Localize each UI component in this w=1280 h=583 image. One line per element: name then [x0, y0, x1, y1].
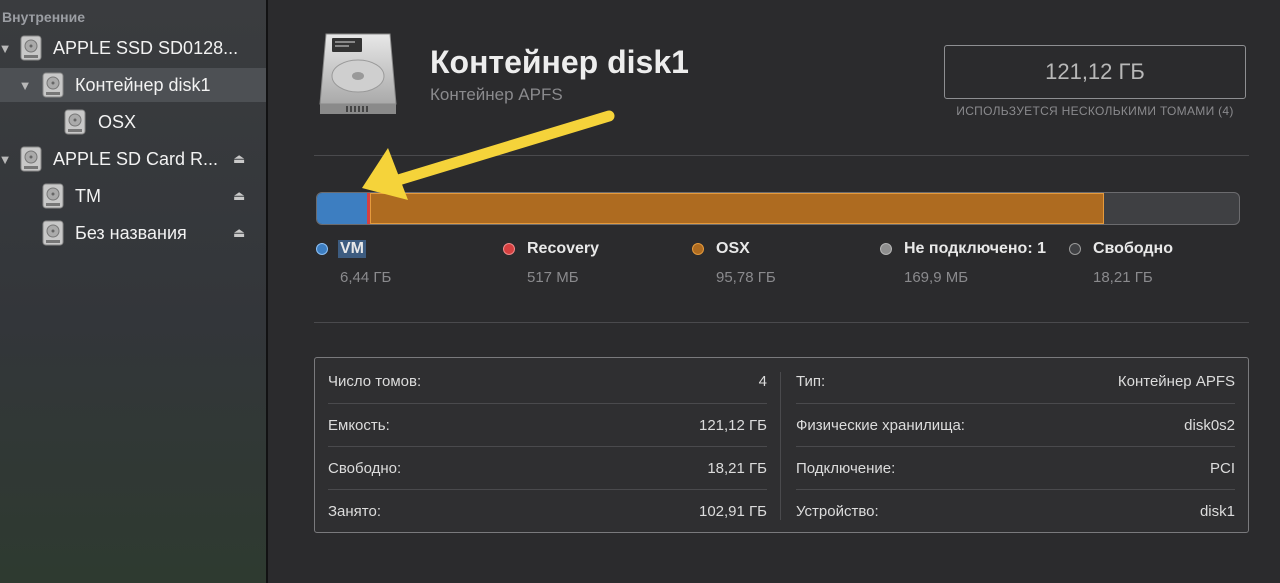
drive-icon — [42, 183, 64, 209]
eject-icon[interactable]: ⏏ — [233, 225, 245, 241]
disclosure-triangle-icon[interactable]: ▼ — [18, 78, 32, 93]
info-row: Тип: Контейнер APFS — [796, 360, 1235, 403]
info-key: Емкость: — [328, 417, 390, 434]
capacity-note: ИСПОЛЬЗУЕТСЯ НЕСКОЛЬКИМИ ТОМАМИ (4) — [956, 104, 1234, 118]
legend-size: 18,21 ГБ — [1093, 269, 1153, 286]
sidebar-item-osx[interactable]: OSX — [0, 105, 266, 139]
info-key: Подключение: — [796, 460, 896, 477]
drive-icon — [20, 35, 42, 61]
hard-drive-icon — [319, 33, 397, 114]
info-table: Число томов: 4 Емкость: 121,12 ГБ Свобод… — [314, 357, 1249, 533]
divider — [314, 155, 1249, 156]
legend-dot — [503, 243, 515, 255]
drive-icon — [42, 72, 64, 98]
divider — [314, 322, 1249, 323]
info-row: Число томов: 4 — [328, 360, 767, 403]
sidebar-item-label: APPLE SSD SD0128... — [53, 37, 239, 58]
info-key: Тип: — [796, 373, 826, 390]
usage-segment-osx — [370, 193, 1104, 224]
sidebar-item-apple-sd-card[interactable]: ▼ APPLE SD Card R... ⏏ — [0, 142, 266, 176]
legend-name: Свободно — [1093, 240, 1173, 257]
info-row: Емкость: 121,12 ГБ — [328, 404, 767, 447]
page-subtitle: Контейнер APFS — [430, 85, 563, 104]
sidebar-item-label: APPLE SD Card R... — [53, 148, 219, 169]
sidebar-section-internal: Внутренние — [2, 9, 86, 25]
disclosure-triangle-icon[interactable]: ▼ — [0, 152, 12, 167]
sidebar-item-untitled[interactable]: Без названия ⏏ — [0, 216, 266, 250]
sidebar-item-label: Без названия — [75, 222, 187, 243]
info-value: 4 — [758, 373, 767, 390]
usage-segment-vm — [317, 193, 368, 224]
legend-size: 169,9 МБ — [904, 269, 969, 286]
capacity-box: 121,12 ГБ — [944, 45, 1246, 99]
info-key: Число томов: — [328, 373, 422, 390]
info-key: Физические хранилища: — [796, 417, 965, 434]
legend-dot — [1069, 243, 1081, 255]
sidebar-item-label: OSX — [98, 111, 137, 132]
legend-name: Не подключено: 1 — [904, 240, 1046, 257]
info-value: 121,12 ГБ — [698, 417, 767, 434]
legend-size: 6,44 ГБ — [340, 269, 392, 286]
info-value: disk1 — [1199, 503, 1235, 520]
eject-icon[interactable]: ⏏ — [233, 188, 245, 204]
sidebar-item-apple-ssd[interactable]: ▼ APPLE SSD SD0128... — [0, 31, 266, 65]
info-key: Занято: — [328, 503, 382, 520]
info-key: Устройство: — [796, 503, 879, 520]
usage-bar — [316, 192, 1240, 225]
info-row: Устройство: disk1 — [796, 490, 1235, 533]
legend-name: VM — [338, 240, 366, 258]
eject-icon[interactable]: ⏏ — [233, 151, 245, 167]
info-row: Свободно: 18,21 ГБ — [328, 447, 767, 490]
info-key: Свободно: — [328, 460, 402, 477]
sidebar: Внутренние ▼ APPLE SSD SD0128... ▼ Конте… — [0, 0, 266, 583]
legend-name: Recovery — [527, 240, 600, 257]
info-row: Физические хранилища: disk0s2 — [796, 404, 1235, 447]
drive-icon — [64, 109, 86, 135]
legend-dot — [880, 243, 892, 255]
sidebar-item-label: Контейнер disk1 — [75, 74, 211, 95]
legend-dot — [316, 243, 328, 255]
page-title: Контейнер disk1 — [430, 44, 689, 80]
drive-icon — [42, 220, 64, 246]
legend-name: OSX — [716, 240, 750, 257]
legend-size: 517 МБ — [527, 269, 579, 286]
info-value: PCI — [1209, 460, 1235, 477]
info-value: 18,21 ГБ — [707, 460, 767, 477]
legend-size: 95,78 ГБ — [716, 269, 776, 286]
info-value: disk0s2 — [1184, 417, 1235, 434]
column-divider — [780, 372, 781, 520]
disclosure-triangle-icon[interactable]: ▼ — [0, 41, 12, 56]
sidebar-item-label: TM — [75, 185, 101, 206]
info-value: Контейнер APFS — [1117, 373, 1235, 390]
drive-icon — [20, 146, 42, 172]
info-row: Подключение: PCI — [796, 447, 1235, 490]
main-panel: Контейнер disk1 Контейнер APFS 121,12 ГБ… — [268, 0, 1280, 583]
legend-dot — [692, 243, 704, 255]
info-value: 102,91 ГБ — [698, 503, 767, 520]
sidebar-item-tm[interactable]: TM ⏏ — [0, 179, 266, 213]
sidebar-item-container-disk1[interactable]: ▼ Контейнер disk1 — [0, 68, 266, 102]
info-row: Занято: 102,91 ГБ — [328, 490, 767, 533]
